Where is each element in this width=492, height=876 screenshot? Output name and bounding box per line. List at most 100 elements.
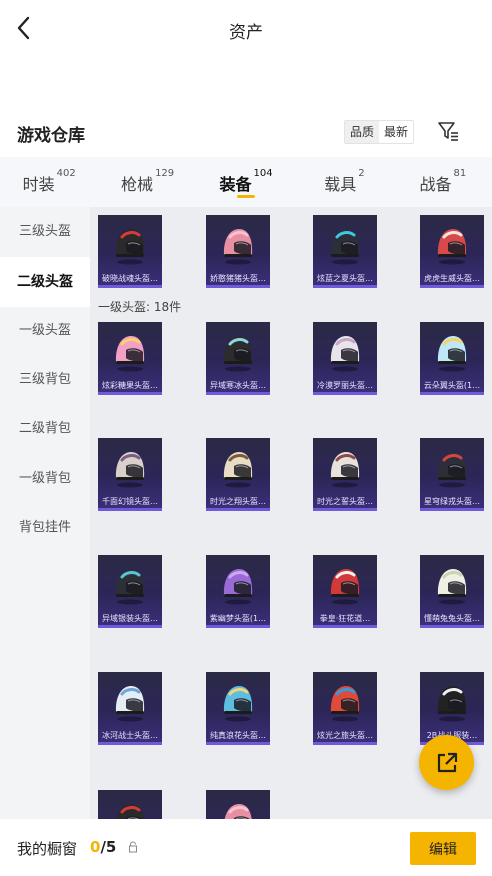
helmet-icon <box>437 686 467 722</box>
tab-fashion[interactable]: 时装402 <box>0 157 98 207</box>
item-name: 紫幽梦头盔(1… <box>209 614 267 623</box>
tab-supplies[interactable]: 战备81 <box>394 157 492 207</box>
helmet-icon <box>330 686 360 722</box>
item-card[interactable]: 炫光之旅头盔… <box>313 672 377 745</box>
item-name: 云朵翼头盔(1… <box>423 381 481 390</box>
item-card[interactable]: 冷漠罗丽头盔… <box>313 322 377 395</box>
section-label: 一级头盔: 18件 <box>98 300 182 314</box>
sort-toggle: 品质 最新 <box>344 120 415 144</box>
item-card[interactable]: 拳皇·狂花道… <box>313 555 377 628</box>
tab-equipment[interactable]: 装备104 <box>197 157 295 207</box>
helmet-icon <box>330 229 360 265</box>
helmet-icon <box>330 452 360 488</box>
tab-label: 战备 <box>419 175 452 194</box>
share-button[interactable] <box>419 735 474 790</box>
item-name: 异域银装头盔… <box>102 614 158 623</box>
sidebar-item-level2-helmet[interactable]: 二级头盔 <box>0 257 90 307</box>
item-card[interactable]: 时光之翔头盔… <box>206 438 270 511</box>
tab-label: 枪械 <box>121 175 154 194</box>
item-name: 时光之翔头盔… <box>210 497 266 506</box>
helmet-icon <box>330 336 360 372</box>
item-card[interactable]: 炫蓝之夏头盔… <box>313 215 377 288</box>
tab-count: 402 <box>56 168 76 179</box>
item-card[interactable]: 虎虎生威头盔… <box>420 215 484 288</box>
tab-weapons[interactable]: 枪械129 <box>98 157 196 207</box>
item-card[interactable]: 紫幽梦头盔(1… <box>206 555 270 628</box>
lock-icon <box>129 841 137 853</box>
item-name: 炫光之旅头盔… <box>317 731 373 740</box>
item-name: 冷漠罗丽头盔… <box>317 381 373 390</box>
tab-vehicles[interactable]: 载具2 <box>295 157 393 207</box>
showcase-count: 0/5 <box>90 838 116 856</box>
helmet-icon <box>437 336 467 372</box>
item-card[interactable]: 异域寒冰头盔… <box>206 322 270 395</box>
category-tabs: 时装402 枪械129 装备104 载具2 战备81 <box>0 157 492 207</box>
item-card[interactable]: 炫彩糖果头盔… <box>98 322 162 395</box>
tab-label: 载具 <box>324 175 357 194</box>
item-card[interactable] <box>98 790 162 819</box>
helmet-icon <box>437 452 467 488</box>
helmet-icon <box>115 686 145 722</box>
helmet-icon <box>437 229 467 265</box>
item-name: 懂萌兔兔头盔… <box>424 614 480 623</box>
item-card[interactable]: 星穹绿戎头盔… <box>420 438 484 511</box>
item-name: 炫蓝之夏头盔… <box>317 274 373 283</box>
page-title: 资产 <box>229 23 263 43</box>
showcase-label: 我的橱窗 <box>17 840 78 858</box>
item-name: 虎虎生威头盔… <box>424 274 480 283</box>
sort-option-quality[interactable]: 品质 <box>345 121 380 143</box>
filter-icon <box>438 122 458 141</box>
item-card[interactable]: 懂萌兔兔头盔… <box>420 555 484 628</box>
item-card[interactable]: 时光之誓头盔… <box>313 438 377 511</box>
item-card[interactable] <box>206 790 270 819</box>
item-card[interactable]: 2B战斗服装… <box>420 672 484 745</box>
helmet-icon <box>223 452 253 488</box>
sidebar-item-level1-helmet[interactable]: 一级头盔 <box>0 306 90 356</box>
sidebar-item-backpack-charm[interactable]: 背包挂件 <box>0 503 90 553</box>
item-name: 娇憨猪猪头盔… <box>210 274 266 283</box>
item-grid: 一级头盔: 18件 破晓战魂头盔… 娇憨猪猪头盔… 炫蓝之夏头盔… 虎虎生威头盔… 炫彩… <box>90 207 492 819</box>
helmet-icon <box>223 229 253 265</box>
item-card[interactable]: 娇憨猪猪头盔… <box>206 215 270 288</box>
showcase-current: 0 <box>90 838 101 856</box>
sort-option-newest[interactable]: 最新 <box>379 121 413 143</box>
tab-count: 81 <box>453 168 467 179</box>
item-name: 千面幻镜头盔… <box>102 497 158 506</box>
sidebar: 三级头盔 二级头盔 一级头盔 三级背包 二级背包 一级背包 背包挂件 <box>0 207 90 819</box>
helmet-icon <box>116 804 144 819</box>
sidebar-item-level2-backpack[interactable]: 二级背包 <box>0 404 90 454</box>
helmet-icon <box>223 686 253 722</box>
item-card[interactable]: 纯真浪花头盔… <box>206 672 270 745</box>
warehouse-title: 游戏仓库 <box>17 126 85 146</box>
tab-label: 装备 <box>219 175 252 194</box>
tab-count: 104 <box>253 168 273 179</box>
item-name: 破晓战魂头盔… <box>102 274 158 283</box>
helmet-icon <box>224 804 252 819</box>
sidebar-item-level3-helmet[interactable]: 三级头盔 <box>0 207 90 257</box>
item-name: 冰河战士头盔… <box>102 731 158 740</box>
helmet-icon <box>223 569 253 605</box>
tab-label: 时装 <box>22 175 55 194</box>
helmet-icon <box>115 229 145 265</box>
item-card[interactable]: 千面幻镜头盔… <box>98 438 162 511</box>
item-name: 时光之誓头盔… <box>317 497 373 506</box>
item-card[interactable]: 云朵翼头盔(1… <box>420 322 484 395</box>
sidebar-item-level3-backpack[interactable]: 三级背包 <box>0 355 90 405</box>
edit-button[interactable]: 编辑 <box>410 832 476 865</box>
filter-button[interactable] <box>437 120 459 142</box>
item-card[interactable]: 破晓战魂头盔… <box>98 215 162 288</box>
item-name: 炫彩糖果头盔… <box>102 381 158 390</box>
helmet-icon <box>115 569 145 605</box>
external-link-icon <box>437 752 457 772</box>
helmet-icon <box>330 569 360 605</box>
item-card[interactable]: 异域银装头盔… <box>98 555 162 628</box>
item-name: 星穹绿戎头盔… <box>424 497 480 506</box>
item-card[interactable]: 冰河战士头盔… <box>98 672 162 745</box>
item-name: 拳皇·狂花道… <box>319 614 371 623</box>
helmet-icon <box>437 569 467 605</box>
top-bar: 资产 <box>0 0 492 58</box>
sidebar-item-level1-backpack[interactable]: 一级背包 <box>0 454 90 504</box>
helmet-icon <box>115 452 145 488</box>
tab-count: 2 <box>358 168 365 179</box>
helmet-icon <box>115 336 145 372</box>
